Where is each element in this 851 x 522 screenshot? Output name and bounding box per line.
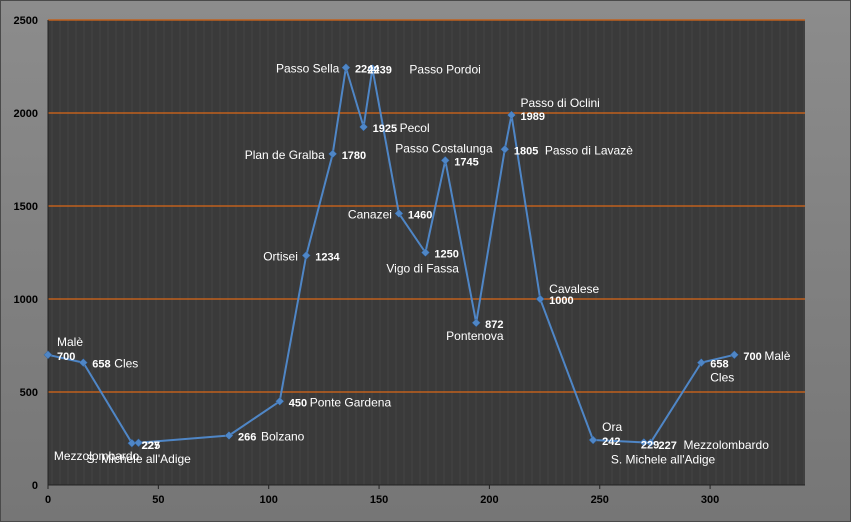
- data-value-label: 1250: [434, 249, 458, 261]
- data-value-label: 700: [57, 351, 75, 363]
- x-tick-label: 100: [260, 494, 278, 506]
- data-value-label: 1780: [342, 150, 366, 162]
- place-name-label: Passo di Oclini: [520, 96, 599, 110]
- data-value-label: 227: [659, 440, 677, 452]
- place-name-label: Ortisei: [263, 249, 298, 263]
- place-name-label: Passo Costalunga: [395, 141, 493, 155]
- data-value-label: 1805: [514, 145, 538, 157]
- data-value-label: 700: [743, 351, 761, 363]
- data-value-label: 658: [92, 359, 110, 371]
- place-name-label: Cles: [114, 357, 138, 371]
- place-name-label: Passo di Lavazè: [545, 143, 633, 157]
- y-tick-label: 2000: [14, 108, 38, 120]
- data-value-label: 1925: [373, 123, 397, 135]
- place-name-label: Pontenova: [446, 329, 504, 343]
- place-name-label: Malè: [57, 335, 83, 349]
- data-value-label: 1989: [520, 111, 544, 123]
- data-value-label: 1460: [408, 209, 432, 221]
- y-tick-label: 1000: [14, 294, 38, 306]
- place-name-label: Canazei: [348, 207, 392, 221]
- y-tick-label: 500: [20, 387, 38, 399]
- place-name-label: Bolzano: [261, 430, 305, 444]
- data-value-label: 1000: [549, 295, 573, 307]
- x-tick-label: 250: [591, 494, 609, 506]
- data-value-label: 1234: [315, 251, 340, 263]
- data-value-label: 242: [602, 436, 620, 448]
- place-name-label: Cavalese: [549, 282, 599, 296]
- x-tick-label: 200: [480, 494, 498, 506]
- elevation-profile-chart: 0 500 1000 1500 2000 2500 0 50 100 150 200 250 300 70…: [14, 15, 805, 506]
- place-name-label: S. Michele all'Adige: [611, 452, 716, 466]
- place-name-label: Vigo di Fassa: [386, 262, 459, 276]
- place-name-label: Cles: [710, 371, 734, 385]
- place-name-label: S. Michele all'Adige: [86, 452, 191, 466]
- place-name-label: Ponte Gardena: [310, 395, 392, 409]
- data-value-label: 229: [641, 439, 659, 451]
- y-tick-label: 1500: [14, 201, 38, 213]
- place-name-label: Pecol: [400, 121, 430, 135]
- place-name-label: Plan de Gralba: [245, 148, 325, 162]
- x-tick-label: 0: [45, 494, 51, 506]
- data-value-label: 450: [289, 397, 307, 409]
- y-tick-label: 0: [32, 480, 38, 492]
- x-tick-label: 150: [370, 494, 388, 506]
- x-tick-label: 300: [701, 494, 719, 506]
- data-value-label: 227: [141, 440, 159, 452]
- data-value-label: 2239: [367, 65, 391, 77]
- data-value-label: 658: [710, 359, 728, 371]
- place-name-label: Passo Pordoi: [409, 63, 480, 77]
- place-name-label: Ora: [602, 420, 622, 434]
- y-tick-label: 2500: [14, 15, 38, 27]
- x-tick-label: 50: [152, 494, 164, 506]
- place-name-label: Malè: [764, 349, 790, 363]
- data-value-label: 266: [238, 432, 256, 444]
- data-value-label: 1745: [454, 156, 478, 168]
- place-name-label: Passo Sella: [276, 62, 340, 76]
- place-name-label: Mezzolombardo: [684, 438, 770, 452]
